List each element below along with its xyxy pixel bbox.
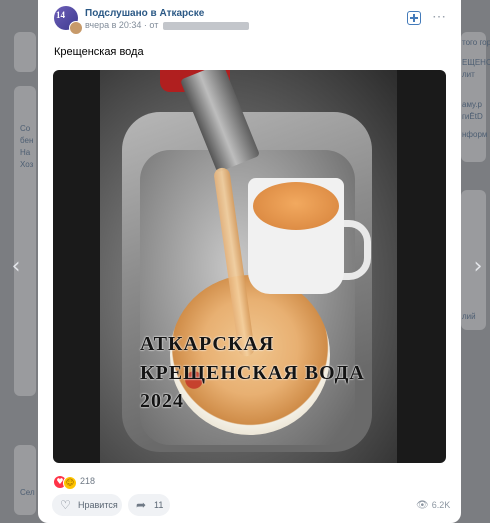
background-text: того горо	[462, 38, 490, 47]
photo-caption-line: 2024	[140, 390, 184, 412]
prev-post-button[interactable]: ‹	[6, 255, 26, 279]
post-text: Крещенская вода	[54, 46, 144, 58]
group-name-link[interactable]: Подслушано в Аткарске	[85, 8, 204, 19]
background-text: лит	[462, 70, 475, 79]
more-dots-icon[interactable]: ⋯	[431, 8, 447, 24]
views-count: 6.2K	[431, 500, 451, 510]
next-post-button[interactable]: ›	[468, 255, 488, 279]
photo-caption-line: КРЕЩЕНСКАЯ ВОДА	[140, 362, 365, 384]
photo-caption-line: АТКАРСКАЯ	[140, 333, 275, 355]
background-text: Сел	[20, 488, 35, 497]
author-avatar[interactable]	[69, 21, 83, 35]
background-text: На	[20, 148, 31, 157]
background-text: Хоз	[20, 160, 34, 169]
reactions-count: 218	[80, 476, 96, 486]
background-text: ЕЩЕНСК	[462, 58, 490, 67]
chevron-right-icon: ›	[473, 254, 483, 279]
like-button[interactable]: ♡ Нравится	[52, 494, 122, 516]
share-arrow-icon: ➦	[136, 498, 147, 512]
share-count: 11	[154, 500, 164, 510]
author-name-redacted	[162, 21, 249, 30]
heart-icon: ♡	[60, 498, 71, 512]
background-card	[14, 32, 36, 72]
background-text: гиЁtD	[462, 112, 483, 121]
background-text: лий	[462, 312, 476, 321]
like-label: Нравится	[78, 500, 118, 510]
share-button[interactable]: ➦ 11	[128, 494, 170, 516]
post-photo[interactable]: АТКАРСКАЯ КРЕЩЕНСКАЯ ВОДА 2024	[53, 70, 446, 463]
post-meta: вчера в 20:34 · от	[85, 20, 249, 30]
post-from-label: от	[149, 20, 159, 30]
chevron-left-icon: ‹	[11, 254, 21, 279]
background-text: Со	[20, 124, 31, 133]
laugh-reaction-icon: ☺	[63, 476, 77, 490]
mug-water-shape	[253, 182, 339, 230]
views-counter: 👁 6.2K	[416, 500, 450, 511]
background-card	[461, 32, 486, 162]
background-text: нформ	[462, 130, 488, 139]
post-modal: 14 Подслушано в Аткарске вчера в 20:34 ·…	[38, 0, 461, 523]
eye-icon: 👁	[416, 500, 429, 511]
avatar-text: 14	[56, 10, 65, 20]
post-time[interactable]: вчера в 20:34	[85, 20, 141, 30]
background-card	[14, 445, 36, 515]
background-text: аму.р	[462, 100, 482, 109]
background-text: бен	[20, 136, 34, 145]
plus-square-icon[interactable]	[407, 11, 421, 25]
